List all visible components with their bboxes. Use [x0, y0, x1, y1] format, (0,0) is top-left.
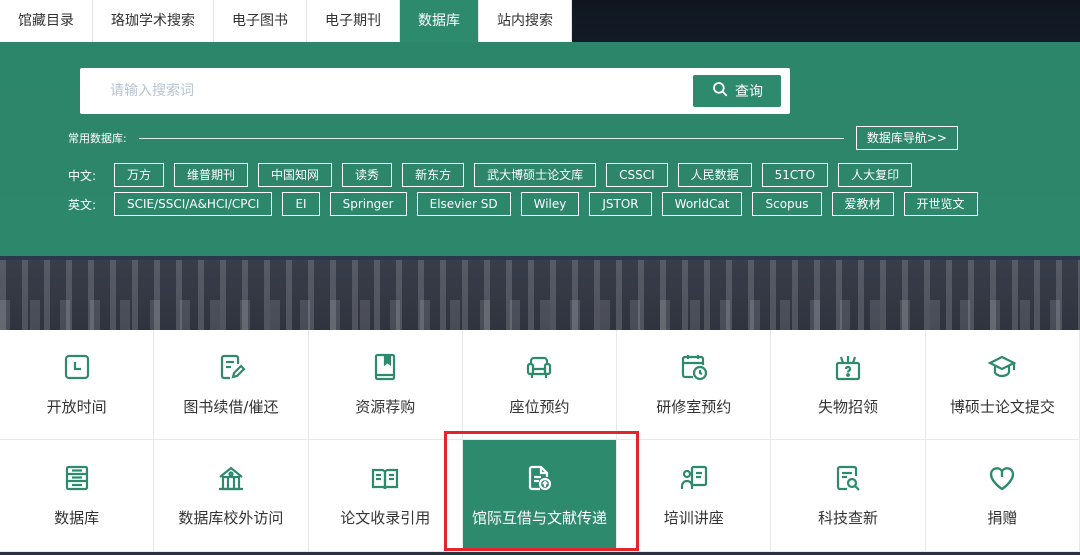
building-icon: [216, 463, 246, 493]
service-label: 捐赠: [987, 509, 1018, 527]
armchair-icon: [524, 352, 554, 382]
document-search-icon: [833, 463, 863, 493]
tab-site-search[interactable]: 站内搜索: [479, 0, 572, 42]
lecture-icon: [679, 463, 709, 493]
service-donation[interactable]: 捐赠: [925, 440, 1080, 552]
document-upload-icon: [524, 463, 554, 493]
db-cnki[interactable]: 中国知网: [258, 163, 333, 187]
service-study-room-booking[interactable]: 研修室预约: [617, 330, 772, 440]
search-tabs: 馆藏目录 珞珈学术搜索 电子图书 电子期刊 数据库 站内搜索: [0, 0, 572, 42]
service-label: 图书续借/催还: [183, 398, 279, 416]
background-windows: [0, 300, 1080, 330]
service-interlibrary-loan[interactable]: 馆际互借与文献传递: [462, 440, 618, 552]
common-databases-header: 常用数据库: 数据库导航>>: [68, 126, 958, 150]
service-label: 科技查新: [818, 509, 879, 527]
database-icon: [62, 463, 92, 493]
open-book-icon: [370, 463, 400, 493]
database-search-panel: 查询 常用数据库: 数据库导航>> 中文: 万方 维普期刊 中国知网 读秀 新东…: [0, 42, 1080, 256]
db-elsevier-sd[interactable]: Elsevier SD: [416, 192, 511, 216]
heart-icon: [987, 463, 1017, 493]
db-duxiu[interactable]: 读秀: [342, 163, 393, 187]
service-seat-booking[interactable]: 座位预约: [462, 330, 618, 440]
tab-ebooks[interactable]: 电子图书: [214, 0, 307, 42]
service-label: 数据库校外访问: [178, 509, 284, 527]
search-button[interactable]: 查询: [693, 75, 781, 107]
chinese-label: 中文:: [68, 168, 97, 183]
service-opening-hours[interactable]: 开放时间: [0, 330, 155, 440]
tab-luojia-search[interactable]: 珞珈学术搜索: [93, 0, 214, 42]
db-whu-theses[interactable]: 武大博硕士论文库: [474, 163, 597, 187]
service-label: 研修室预约: [656, 398, 732, 416]
service-citation-indexing[interactable]: 论文收录引用: [308, 440, 463, 552]
service-label: 失物招领: [818, 398, 879, 416]
divider: [138, 137, 844, 139]
service-label: 培训讲座: [663, 509, 724, 527]
english-label: 英文:: [68, 197, 97, 212]
services-grid: 开放时间 图书续借/催还 资源荐购 座位预约 研修室预约 失物招领 博硕士论文提…: [0, 330, 1080, 552]
tab-catalog[interactable]: 馆藏目录: [0, 0, 93, 42]
db-51cto[interactable]: 51CTO: [761, 163, 829, 187]
calendar-clock-icon: [679, 352, 709, 382]
db-wiley[interactable]: Wiley: [520, 192, 580, 216]
db-ijiaocai[interactable]: 爱教材: [831, 192, 894, 216]
chinese-databases-row: 中文: 万方 维普期刊 中国知网 读秀 新东方 武大博硕士论文库 CSSCI 人…: [68, 163, 922, 187]
search-box: 查询: [80, 68, 790, 114]
service-label: 资源荐购: [355, 398, 416, 416]
service-label: 馆际互借与文献传递: [471, 509, 607, 527]
service-label: 论文收录引用: [340, 509, 431, 527]
clock-icon: [62, 352, 92, 382]
db-new-oriental[interactable]: 新东方: [402, 163, 465, 187]
lost-found-box-icon: [833, 352, 863, 382]
common-databases-label: 常用数据库:: [68, 132, 127, 145]
db-worldcat[interactable]: WorldCat: [661, 192, 743, 216]
db-ei[interactable]: EI: [282, 192, 320, 216]
service-resource-recommend[interactable]: 资源荐购: [308, 330, 463, 440]
service-label: 座位预约: [509, 398, 570, 416]
db-kaishi-lanwen[interactable]: 开世览文: [903, 192, 978, 216]
db-wos-indexes[interactable]: SCIE/SSCI/A&HCI/CPCI: [114, 192, 273, 216]
service-label: 博硕士论文提交: [949, 398, 1055, 416]
tab-database[interactable]: 数据库: [400, 0, 479, 42]
graduation-cap-icon: [987, 352, 1017, 382]
search-input[interactable]: [80, 68, 690, 114]
service-label: 数据库: [54, 509, 100, 527]
db-cssci[interactable]: CSSCI: [606, 163, 668, 187]
db-ruc-reprints[interactable]: 人大复印: [838, 163, 913, 187]
service-lost-and-found[interactable]: 失物招领: [771, 330, 926, 440]
service-renew-recall[interactable]: 图书续借/催还: [154, 330, 309, 440]
database-navigation-button[interactable]: 数据库导航>>: [855, 126, 958, 150]
service-thesis-submission[interactable]: 博硕士论文提交: [925, 330, 1080, 440]
db-people-data[interactable]: 人民数据: [677, 163, 752, 187]
db-scopus[interactable]: Scopus: [752, 192, 822, 216]
db-jstor[interactable]: JSTOR: [589, 192, 652, 216]
db-wanfang[interactable]: 万方: [114, 163, 165, 187]
db-vip-journals[interactable]: 维普期刊: [174, 163, 249, 187]
tab-ejournals[interactable]: 电子期刊: [307, 0, 400, 42]
service-label: 开放时间: [46, 398, 107, 416]
english-databases-row: 英文: SCIE/SSCI/A&HCI/CPCI EI Springer Els…: [68, 192, 988, 216]
service-training-lectures[interactable]: 培训讲座: [617, 440, 772, 552]
search-icon: [711, 80, 729, 102]
service-database[interactable]: 数据库: [0, 440, 155, 552]
book-edit-icon: [216, 352, 246, 382]
service-offcampus-access[interactable]: 数据库校外访问: [154, 440, 309, 552]
db-springer[interactable]: Springer: [329, 192, 407, 216]
search-button-label: 查询: [735, 84, 763, 100]
bookmark-book-icon: [370, 352, 400, 382]
service-novelty-search[interactable]: 科技查新: [771, 440, 926, 552]
